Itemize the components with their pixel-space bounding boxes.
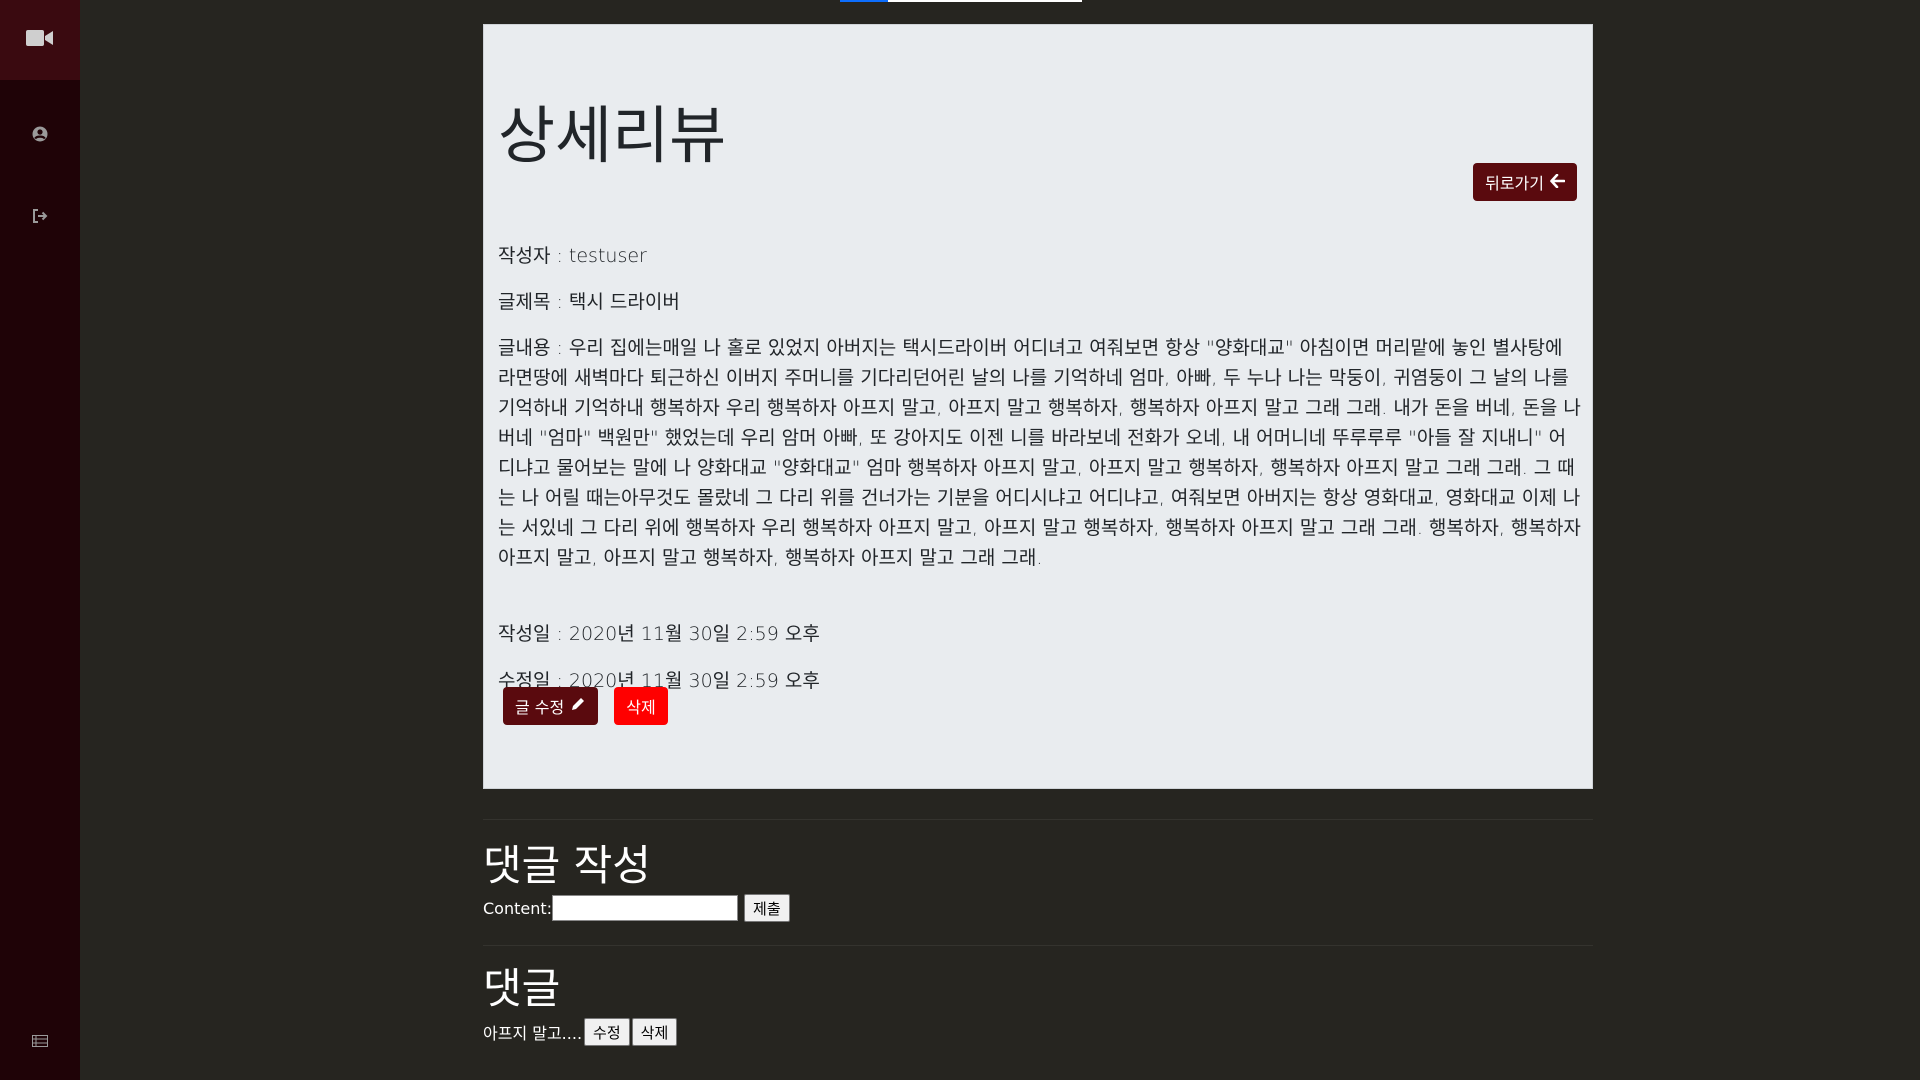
comment-item: 아프지 말고.... 수정 삭제 (483, 1018, 678, 1046)
video-camera-icon[interactable] (26, 28, 54, 52)
user-circle-icon[interactable] (32, 126, 48, 146)
submit-comment-button[interactable]: 제출 (744, 894, 790, 922)
divider (483, 945, 1593, 946)
back-button[interactable]: 뒤로가기 (1473, 163, 1577, 201)
sidebar-item-profile[interactable] (0, 126, 80, 146)
edit-post-button[interactable]: 글 수정 (503, 687, 599, 725)
review-detail-card: 상세리뷰 뒤로가기 작성자 : testuser 글제목 : 택시 드라이버 글… (483, 24, 1593, 789)
sidebar (0, 0, 80, 1080)
page-title: 상세리뷰 (498, 99, 727, 172)
pencil-icon (570, 696, 586, 716)
comment-form: Content: 제출 (483, 894, 790, 922)
sidebar-brand[interactable] (0, 0, 80, 80)
content-label: Content: (483, 898, 553, 918)
arrow-left-icon (1550, 173, 1566, 192)
list-icon[interactable] (32, 1032, 48, 1051)
comment-text: 아프지 말고.... (483, 1024, 583, 1043)
subject-line: 글제목 : 택시 드라이버 (498, 291, 680, 313)
author-line: 작성자 : testuser (498, 245, 647, 267)
card-actions: 글 수정 삭제 (503, 687, 668, 725)
sidebar-item-logout[interactable] (0, 208, 80, 227)
comments-title: 댓글 (483, 964, 561, 1013)
comment-form-title: 댓글 작성 (483, 841, 651, 890)
sidebar-item-list[interactable] (0, 1032, 80, 1051)
top-tab-indicator (840, 0, 1082, 2)
created-date-line: 작성일 : 2020년 11월 30일 2:59 오후 (498, 623, 820, 645)
active-tab-indicator (840, 0, 888, 2)
back-button-label: 뒤로가기 (1485, 174, 1544, 193)
edit-comment-button[interactable]: 수정 (584, 1018, 630, 1046)
divider (483, 819, 1593, 820)
delete-post-button[interactable]: 삭제 (614, 687, 668, 725)
content-text: 글내용 : 우리 집에는매일 나 홀로 있었지 아버지는 택시드라이버 어디녀고… (498, 337, 1581, 569)
delete-comment-button[interactable]: 삭제 (631, 1018, 678, 1046)
edit-post-label: 글 수정 (515, 698, 565, 717)
sign-out-icon[interactable] (32, 208, 48, 227)
comment-content-input[interactable] (552, 895, 739, 921)
